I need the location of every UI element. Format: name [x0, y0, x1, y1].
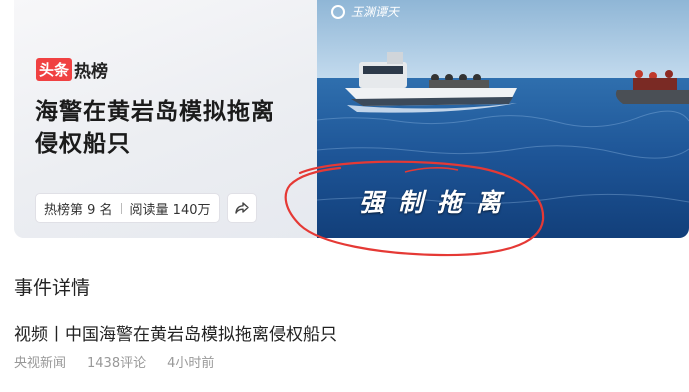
- publish-time: 4小时前: [167, 356, 215, 371]
- article-title-link[interactable]: 视频丨中国海警在黄岩岛模拟拖离侵权船只: [14, 320, 337, 345]
- article-meta: 央视新闻 1438评论 4小时前: [14, 352, 235, 371]
- hot-list-card[interactable]: 头条 热榜 海警在黄岩岛模拟拖离侵权船只 热榜第 9 名 阅读量 140万 玉渊…: [14, 0, 689, 238]
- hot-stats: 热榜第 9 名 阅读量 140万: [35, 193, 220, 223]
- article-source[interactable]: 央视新闻: [14, 352, 66, 371]
- video-thumbnail[interactable]: 玉渊谭天 强制拖离: [317, 0, 689, 238]
- event-details-heading: 事件详情: [14, 277, 91, 299]
- share-button[interactable]: [227, 193, 257, 223]
- stats-divider: [120, 202, 122, 214]
- toutiao-hot-brand: 头条 热榜: [36, 57, 108, 82]
- comment-count[interactable]: 1438评论: [87, 352, 146, 371]
- channel-logo-icon: [331, 4, 345, 19]
- channel-name: 玉渊谭天: [351, 5, 400, 19]
- hot-list-label: 热榜: [74, 62, 109, 82]
- read-count: 阅读量 140万: [129, 202, 211, 218]
- hot-rank: 热榜第 9 名: [44, 202, 113, 218]
- toutiao-tag: 头条: [36, 58, 73, 81]
- video-caption: 强制拖离: [358, 188, 515, 217]
- hot-headline[interactable]: 海警在黄岩岛模拟拖离侵权船只: [35, 96, 275, 160]
- share-icon: [235, 202, 249, 214]
- hot-card-info: 头条 热榜 海警在黄岩岛模拟拖离侵权船只 热榜第 9 名 阅读量 140万: [14, 0, 317, 238]
- channel-watermark: 玉渊谭天: [331, 3, 399, 20]
